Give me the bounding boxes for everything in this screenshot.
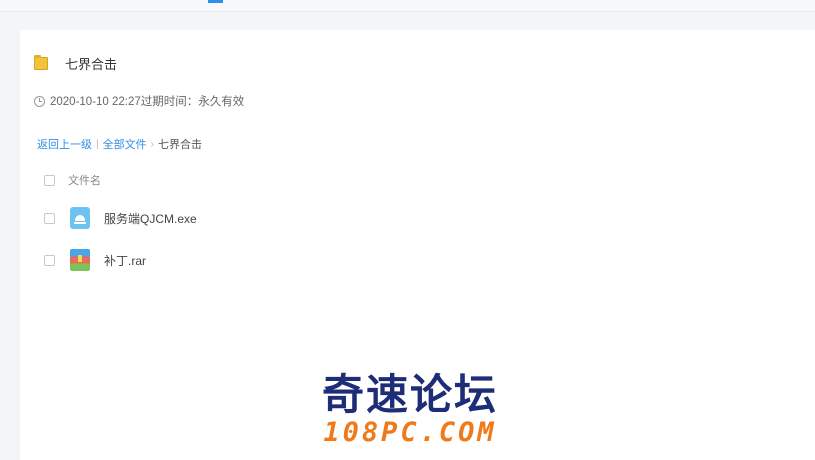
file-row[interactable]: 服务端QJCM.exe: [44, 207, 197, 229]
file-name[interactable]: 服务端QJCM.exe: [104, 210, 197, 227]
breadcrumb-back-link[interactable]: 返回上一级: [37, 136, 92, 152]
file-list-header: 文件名: [44, 172, 101, 188]
file-name[interactable]: 补丁.rar: [104, 252, 146, 269]
watermark-logo: 奇速论坛 108PC.COM: [290, 372, 530, 448]
breadcrumb-separator: |: [96, 138, 99, 150]
active-tab-indicator: [208, 0, 223, 3]
file-checkbox[interactable]: [44, 212, 55, 224]
breadcrumb-chevron-icon: ›: [150, 138, 154, 150]
file-row[interactable]: 补丁.rar: [44, 249, 146, 271]
breadcrumb-all-files-link[interactable]: 全部文件: [103, 136, 147, 152]
breadcrumb-current: 七界合击: [157, 139, 202, 151]
folder-meta-text: 2020-10-10 22:27过期时间：永久有效: [50, 96, 245, 108]
breadcrumb: 返回上一级 | 全部文件 › 七界合击: [37, 136, 202, 152]
watermark-cn: 奇速论坛: [321, 370, 498, 419]
folder-icon: [34, 54, 48, 70]
select-all-checkbox[interactable]: [44, 174, 55, 186]
column-header-filename: 文件名: [68, 175, 101, 187]
folder-header: 七界合击: [34, 54, 117, 72]
exe-file-icon: [70, 207, 90, 229]
clock-icon: [34, 95, 45, 107]
file-checkbox[interactable]: [44, 254, 55, 266]
rar-archive-icon: [70, 249, 90, 271]
folder-meta: 2020-10-10 22:27过期时间：永久有效: [34, 93, 244, 109]
top-bar: [0, 0, 815, 12]
watermark-en: 108PC.COM: [323, 417, 497, 448]
folder-title: 七界合击: [65, 56, 118, 72]
